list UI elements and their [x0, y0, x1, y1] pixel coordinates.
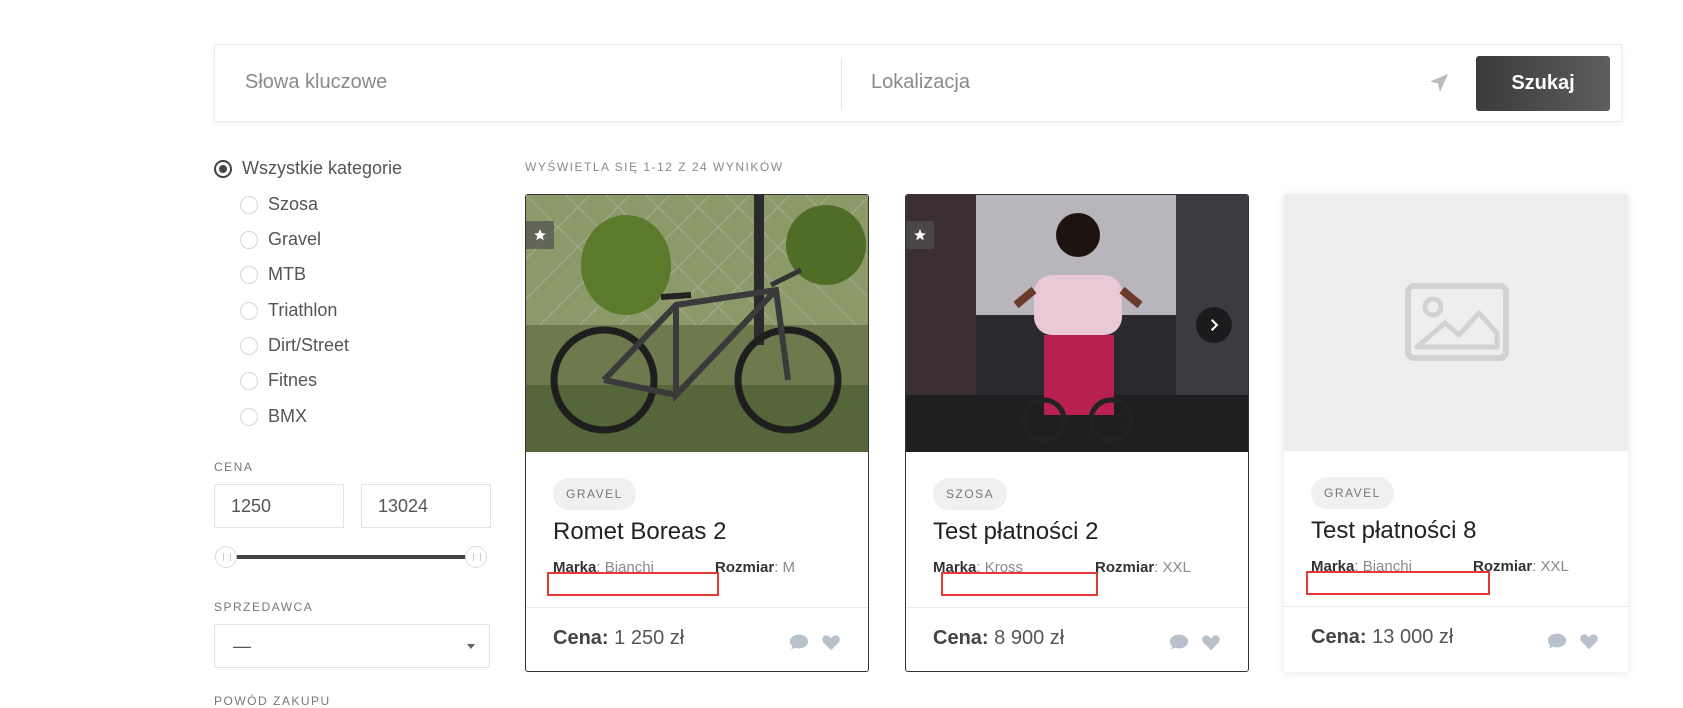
category-all[interactable]: Wszystkie kategorie — [214, 158, 402, 179]
price-label: CENA — [214, 460, 254, 474]
search-bar: Słowa kluczowe Lokalizacja Szukaj — [214, 44, 1622, 122]
seller-select-value: — — [233, 636, 251, 656]
heart-icon[interactable] — [1578, 630, 1600, 652]
listing-price: Cena: 13 000 zł — [1311, 626, 1453, 649]
message-icon[interactable] — [1546, 630, 1568, 652]
category-label: Wszystkie kategorie — [242, 158, 403, 178]
category-dirt-street[interactable]: Dirt/Street — [240, 335, 349, 356]
category-label: Gravel — [268, 229, 322, 249]
radio-checked-icon[interactable] — [214, 159, 232, 178]
purchase-reason-label: POWÓD ZAKUPU — [214, 694, 331, 708]
price-min-input[interactable]: 1250 — [214, 484, 344, 528]
size-info: Rozmiar: M — [715, 559, 796, 576]
image-placeholder-icon — [1405, 283, 1509, 361]
listing-title[interactable]: Test płatności 2 — [933, 518, 1098, 546]
size-info: Rozmiar: XXL — [1095, 559, 1191, 576]
listing-title[interactable]: Romet Boreas 2 — [553, 518, 726, 546]
category-label: BMX — [268, 406, 308, 426]
category-szosa[interactable]: Szosa — [240, 194, 318, 215]
search-divider — [841, 59, 842, 109]
size-value: XXL — [1162, 559, 1191, 576]
category-mtb[interactable]: MTB — [240, 264, 306, 285]
radio-icon[interactable] — [240, 371, 258, 390]
price-max-input[interactable]: 13024 — [361, 484, 491, 528]
search-button[interactable]: Szukaj — [1476, 56, 1610, 111]
heart-icon[interactable] — [820, 631, 842, 653]
category-bmx[interactable]: BMX — [240, 406, 307, 427]
listing-card[interactable]: GRAVEL Romet Boreas 2 Marka: Bianchi Roz… — [525, 194, 869, 672]
price-label: Cena: — [933, 627, 989, 649]
category-label: Fitnes — [268, 370, 318, 390]
listing-image[interactable] — [906, 195, 1248, 452]
category-fitnes[interactable]: Fitnes — [240, 370, 317, 391]
listing-image[interactable] — [526, 195, 868, 452]
highlight-box — [1306, 571, 1490, 595]
heart-icon[interactable] — [1200, 631, 1222, 653]
size-value: M — [782, 559, 796, 576]
radio-icon[interactable] — [240, 265, 258, 284]
price-label: Cena: — [553, 627, 609, 649]
radio-icon[interactable] — [240, 230, 258, 249]
listing-card[interactable]: GRAVEL Test płatności 8 Marka: Bianchi R… — [1284, 194, 1628, 672]
listing-price: Cena: 8 900 zł — [933, 627, 1064, 650]
message-icon[interactable] — [788, 631, 810, 653]
price-slider-min-handle[interactable] — [215, 546, 237, 568]
radio-icon[interactable] — [240, 195, 258, 214]
radio-icon[interactable] — [240, 407, 258, 426]
radio-icon[interactable] — [240, 336, 258, 355]
card-divider — [526, 607, 868, 608]
category-gravel[interactable]: Gravel — [240, 229, 321, 250]
category-label: MTB — [268, 264, 306, 284]
category-badge: GRAVEL — [553, 478, 636, 510]
caret-down-icon — [467, 644, 475, 649]
size-value: XXL — [1540, 558, 1569, 575]
category-label: Szosa — [268, 194, 319, 214]
seller-label: SPRZEDAWCA — [214, 600, 314, 614]
highlight-box — [547, 572, 719, 596]
listing-title[interactable]: Test płatności 8 — [1311, 517, 1476, 545]
size-label: Rozmiar — [715, 559, 775, 576]
radio-icon[interactable] — [240, 301, 258, 320]
featured-star-icon — [526, 221, 554, 249]
chevron-right-icon[interactable] — [1196, 307, 1232, 343]
category-triathlon[interactable]: Triathlon — [240, 300, 337, 321]
listing-image-placeholder[interactable] — [1284, 194, 1628, 451]
highlight-box — [941, 572, 1098, 596]
featured-star-icon — [906, 221, 934, 249]
category-badge: GRAVEL — [1311, 477, 1394, 509]
message-icon[interactable] — [1168, 631, 1190, 653]
price-value: 8 900 zł — [994, 627, 1065, 649]
price-label: Cena: — [1311, 626, 1367, 648]
category-label: Triathlon — [268, 300, 338, 320]
size-label: Rozmiar — [1095, 559, 1155, 576]
locate-arrow-icon[interactable] — [1427, 71, 1451, 95]
card-divider — [1284, 606, 1628, 607]
card-divider — [906, 607, 1248, 608]
keywords-input[interactable]: Słowa kluczowe — [245, 71, 387, 94]
location-input[interactable]: Lokalizacja — [871, 71, 970, 94]
price-slider-track[interactable] — [226, 555, 476, 559]
price-value: 13 000 zł — [1372, 626, 1454, 648]
listing-price: Cena: 1 250 zł — [553, 627, 684, 650]
price-slider-max-handle[interactable] — [465, 546, 487, 568]
listing-card[interactable]: SZOSA Test płatności 2 Marka: Kross Rozm… — [905, 194, 1249, 672]
results-count: WYŚWIETLA SIĘ 1-12 Z 24 WYNIKÓW — [525, 160, 784, 174]
seller-select[interactable]: — — [214, 624, 490, 668]
category-label: Dirt/Street — [268, 335, 350, 355]
price-value: 1 250 zł — [614, 627, 685, 649]
category-badge: SZOSA — [933, 478, 1008, 510]
